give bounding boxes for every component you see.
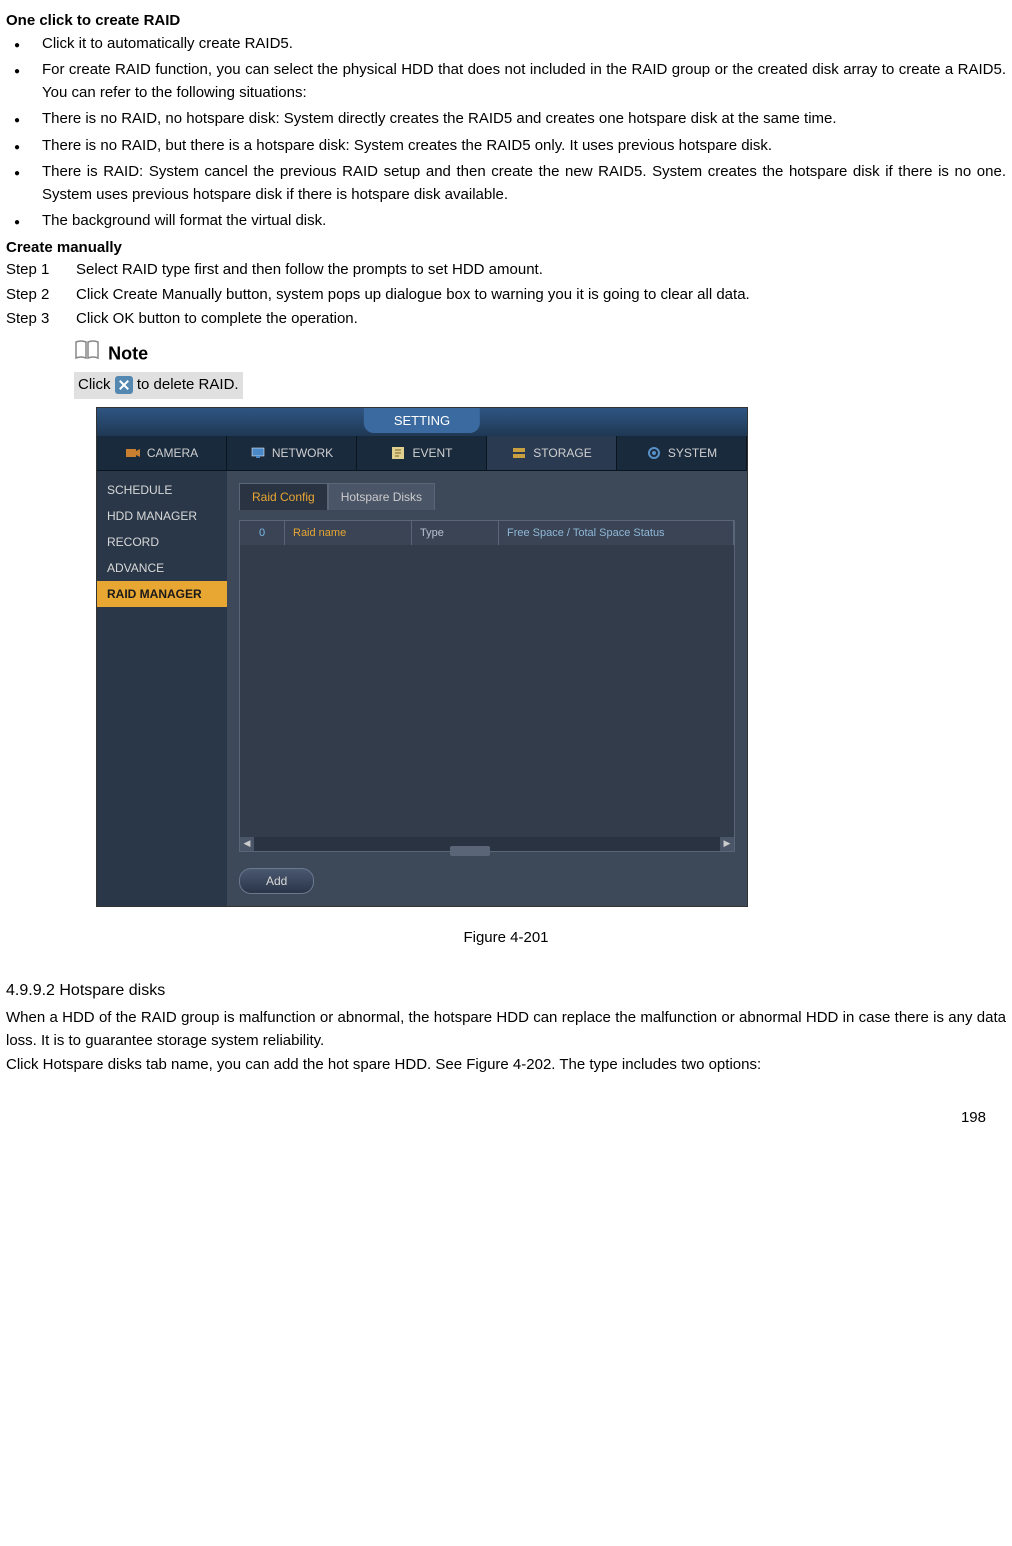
table-header-space: Free Space / Total Space Status (499, 521, 734, 546)
horizontal-scrollbar[interactable]: ◀ ▶ (240, 837, 734, 851)
nav-item-event[interactable]: EVENT (357, 436, 487, 470)
nav-label: STORAGE (533, 444, 591, 462)
nav-item-system[interactable]: SYSTEM (617, 436, 747, 470)
table-header: 0 Raid name Type Free Space / Total Spac… (240, 521, 734, 546)
window-title: SETTING (364, 408, 480, 434)
table-header-type: Type (412, 521, 499, 546)
step-row: Step 2 Click Create Manually button, sys… (6, 284, 1006, 307)
table-header-name: Raid name (285, 521, 412, 546)
heading-hotspare-disks: 4.9.9.2 Hotspare disks (6, 979, 1006, 1003)
add-button[interactable]: Add (239, 868, 314, 894)
sidebar-item-record[interactable]: RECORD (97, 529, 227, 555)
bullet-item: Click it to automatically create RAID5. (6, 33, 1006, 56)
event-icon (390, 445, 406, 461)
scroll-right-button[interactable]: ▶ (720, 837, 734, 851)
top-navbar: CAMERA NETWORK EVENT STORAGE SYSTEM (97, 436, 747, 471)
bullet-list: Click it to automatically create RAID5. … (6, 33, 1006, 233)
tab-hotspare-disks[interactable]: Hotspare Disks (328, 483, 435, 510)
paragraph: Click Hotspare disks tab name, you can a… (6, 1054, 1006, 1077)
settings-window: SETTING CAMERA NETWORK EVENT STORAGE SYS… (96, 407, 748, 907)
step-text: Click Create Manually button, system pop… (76, 284, 1006, 307)
nav-item-camera[interactable]: CAMERA (97, 436, 227, 470)
bullet-item: For create RAID function, you can select… (6, 59, 1006, 104)
nav-label: SYSTEM (668, 444, 717, 462)
network-icon (250, 445, 266, 461)
sidebar-item-schedule[interactable]: SCHEDULE (97, 477, 227, 503)
scroll-left-button[interactable]: ◀ (240, 837, 254, 851)
nav-item-network[interactable]: NETWORK (227, 436, 357, 470)
system-icon (646, 445, 662, 461)
bullet-item: There is no RAID, no hotspare disk: Syst… (6, 108, 1006, 131)
page-number: 198 (6, 1107, 1006, 1130)
paragraph: When a HDD of the RAID group is malfunct… (6, 1007, 1006, 1052)
nav-label: CAMERA (147, 444, 198, 462)
content-tabs: Raid Config Hotspare Disks (239, 483, 735, 510)
tab-raid-config[interactable]: Raid Config (239, 483, 328, 510)
nav-label: EVENT (412, 444, 452, 462)
step-text: Click OK button to complete the operatio… (76, 308, 1006, 331)
content-panel: Raid Config Hotspare Disks 0 Raid name T… (227, 471, 747, 906)
close-icon (115, 376, 133, 394)
heading-create-manually: Create manually (6, 237, 1006, 260)
figure-caption: Figure 4-201 (6, 927, 1006, 950)
step-list: Step 1 Select RAID type first and then f… (6, 259, 1006, 331)
book-icon (74, 339, 100, 369)
step-row: Step 3 Click OK button to complete the o… (6, 308, 1006, 331)
bullet-item: The background will format the virtual d… (6, 210, 1006, 233)
table-header-count: 0 (240, 521, 285, 546)
sidebar: SCHEDULE HDD MANAGER RECORD ADVANCE RAID… (97, 471, 227, 906)
note-label: Note (108, 343, 148, 363)
scroll-thumb[interactable] (450, 846, 490, 856)
note-text: Click to delete RAID. (74, 372, 243, 399)
step-text: Select RAID type first and then follow t… (76, 259, 1006, 282)
sidebar-item-raid-manager[interactable]: RAID MANAGER (97, 581, 227, 607)
note-block: Note Click to delete RAID. (74, 339, 1006, 399)
bullet-item: There is no RAID, but there is a hotspar… (6, 135, 1006, 158)
bullet-item: There is RAID: System cancel the previou… (6, 161, 1006, 206)
nav-item-storage[interactable]: STORAGE (487, 436, 617, 470)
step-label: Step 1 (6, 259, 76, 282)
step-label: Step 3 (6, 308, 76, 331)
note-suffix: to delete RAID. (137, 376, 239, 393)
step-row: Step 1 Select RAID type first and then f… (6, 259, 1006, 282)
note-prefix: Click (78, 376, 115, 393)
camera-icon (125, 445, 141, 461)
sidebar-item-advance[interactable]: ADVANCE (97, 555, 227, 581)
nav-label: NETWORK (272, 444, 333, 462)
storage-icon (511, 445, 527, 461)
window-titlebar: SETTING (97, 408, 747, 436)
raid-table: 0 Raid name Type Free Space / Total Spac… (239, 520, 735, 852)
heading-one-click: One click to create RAID (6, 10, 1006, 33)
step-label: Step 2 (6, 284, 76, 307)
sidebar-item-hdd-manager[interactable]: HDD MANAGER (97, 503, 227, 529)
